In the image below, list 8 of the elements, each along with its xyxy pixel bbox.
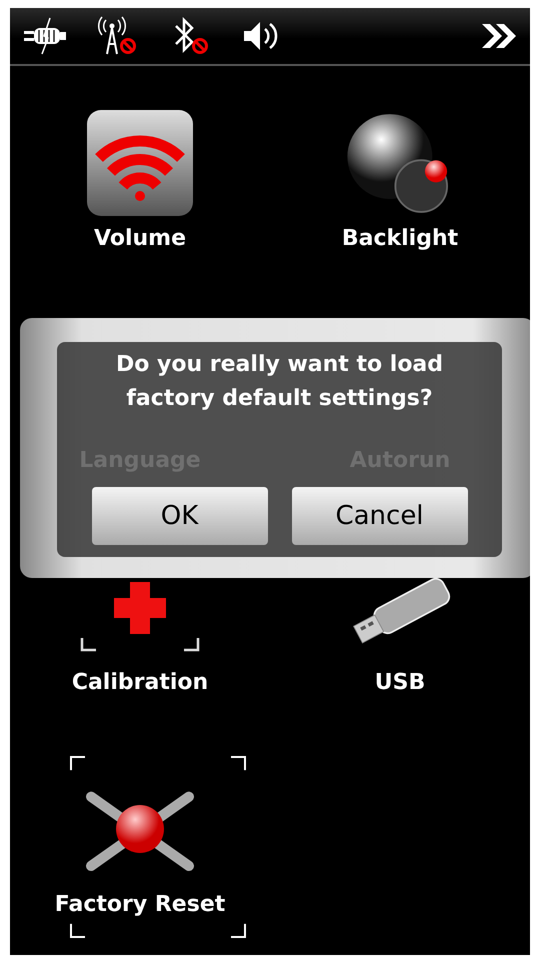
setting-label[interactable]: Calibration	[72, 668, 208, 698]
setting-label[interactable]: Volume	[94, 224, 186, 254]
dialog-button[interactable]: Cancel	[292, 487, 468, 545]
setting-label[interactable]: Factory Reset	[54, 890, 226, 920]
dialog-button[interactable]: OK	[92, 487, 268, 545]
setting-label[interactable]: Backlight	[342, 224, 458, 254]
setting-label[interactable]: USB	[374, 668, 426, 698]
dialog-message: Do you really want to load factory default settings?	[114, 351, 444, 413]
